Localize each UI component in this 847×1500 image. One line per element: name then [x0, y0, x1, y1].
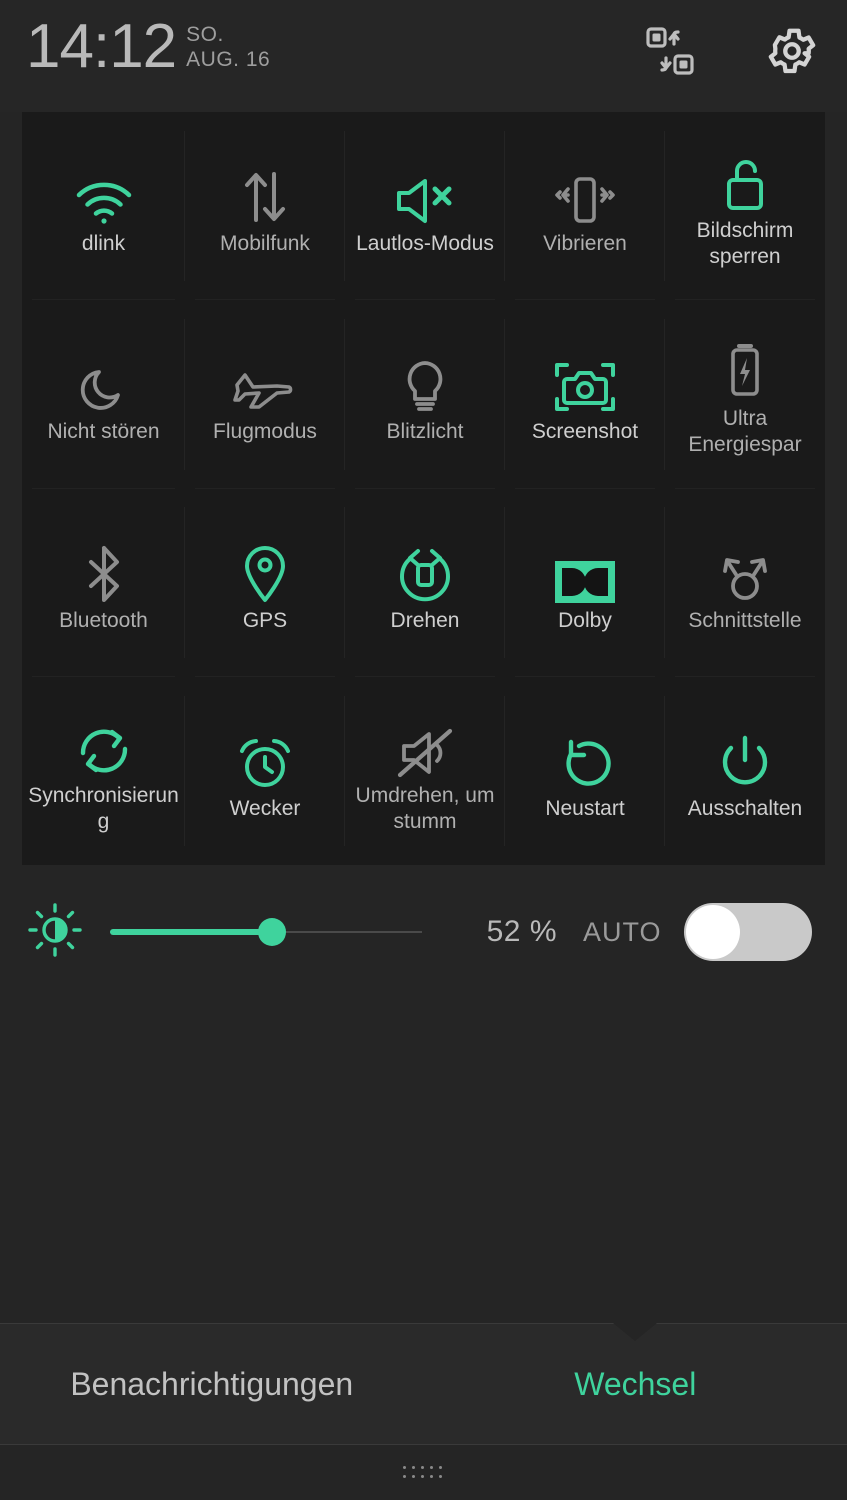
location-pin-icon: [241, 530, 289, 604]
tile-label: Nicht stören: [47, 420, 160, 444]
tile-label: Lautlos-Modus: [356, 232, 494, 256]
tile-schnittstelle[interactable]: Schnittstelle: [665, 488, 825, 678]
tile-bildschirm-sperren[interactable]: Bildschirm sperren: [665, 112, 825, 301]
tile-label: Bildschirm sperren: [696, 219, 794, 269]
tile-vibrieren[interactable]: Vibrieren: [505, 112, 665, 301]
edit-tiles-icon: [644, 25, 696, 82]
tile-label: Wecker: [229, 796, 301, 820]
tile-label: Bluetooth: [59, 608, 148, 632]
interface-icon: [716, 530, 774, 604]
brightness-slider[interactable]: [110, 912, 430, 952]
brightness-button[interactable]: [0, 902, 110, 963]
gear-icon: [765, 24, 819, 83]
flip-to-mute-icon: [394, 705, 456, 779]
tile-label: Umdrehen, um stumm: [355, 783, 495, 833]
drag-handle-icon: [403, 1465, 444, 1480]
date-group: SO. AUG. 16: [186, 22, 270, 72]
wifi-icon: [73, 153, 135, 227]
restart-icon: [557, 718, 613, 792]
tile-flugmodus[interactable]: Flugmodus: [185, 300, 345, 489]
tile-nicht-stoeren[interactable]: Nicht stören: [22, 300, 185, 489]
bottom-tab-bar: Benachrichtigungen Wechsel: [0, 1323, 847, 1445]
tile-label: dlink: [81, 232, 126, 256]
auto-brightness-label: AUTO: [583, 916, 662, 947]
tile-drehen[interactable]: Drehen: [345, 488, 505, 678]
tile-dlink[interactable]: dlink: [22, 112, 185, 301]
tile-lautlos-modus[interactable]: Lautlos-Modus: [345, 112, 505, 301]
tab-label: Wechsel: [574, 1365, 697, 1402]
tile-label: Synchronisierung: [28, 783, 179, 833]
tile-label: GPS: [242, 608, 288, 632]
tile-label: Vibrieren: [543, 232, 627, 256]
status-bar: 14:12 SO. AUG. 16: [0, 0, 847, 112]
brightness-percent-label: 52 %: [486, 915, 557, 948]
tab-wechsel[interactable]: Wechsel: [424, 1323, 847, 1444]
vibrate-icon: [554, 153, 616, 227]
tile-label: Flugmodus: [213, 420, 317, 444]
tile-label: Drehen: [390, 608, 460, 632]
tile-ausschalten[interactable]: Ausschalten: [665, 676, 825, 865]
slider-thumb[interactable]: [258, 918, 286, 946]
speaker-mute-icon: [393, 153, 457, 227]
tile-label: Dolby: [558, 608, 612, 632]
weekday-label: SO.: [186, 23, 224, 46]
active-tab-notch-icon: [613, 1323, 658, 1341]
flashlight-icon: [401, 341, 449, 415]
brightness-icon: [27, 902, 83, 963]
brightness-row: 52 % AUTO: [0, 878, 847, 986]
lock-open-icon: [720, 140, 770, 214]
tile-label: Schnittstelle: [688, 608, 802, 632]
tile-dolby[interactable]: Dolby: [505, 488, 665, 678]
tile-label: Blitzlicht: [386, 420, 464, 444]
quick-settings-tile-grid: dlink Mobilfunk Lautlos-Modus Vibrieren …: [22, 112, 825, 865]
toggle-knob: [685, 905, 740, 959]
drag-handle[interactable]: [0, 1445, 847, 1500]
tile-label: Ultra Energiespar: [688, 407, 802, 457]
tile-screenshot[interactable]: Screenshot: [505, 300, 665, 489]
alarm-clock-icon: [236, 718, 294, 792]
sync-icon: [75, 705, 133, 779]
tile-mobilfunk[interactable]: Mobilfunk: [185, 112, 345, 301]
tile-label: Neustart: [545, 796, 625, 820]
dolby-icon: [554, 530, 616, 604]
rotate-screen-icon: [396, 530, 454, 604]
airplane-icon: [233, 341, 297, 415]
tile-gps[interactable]: GPS: [185, 488, 345, 678]
auto-brightness-toggle[interactable]: [683, 903, 812, 961]
tile-synchronisierung[interactable]: Synchronisierung: [22, 676, 185, 865]
clock-date-group: 14:12 SO. AUG. 16: [26, 16, 270, 78]
tab-benachrichtigungen[interactable]: Benachrichtigungen: [0, 1324, 424, 1444]
clock-time: 14:12: [26, 12, 177, 81]
settings-button[interactable]: [761, 22, 823, 84]
quick-settings-screen: 14:12 SO. AUG. 16 dlink Mobilfunk Lautlo…: [0, 0, 847, 1500]
tile-neustart[interactable]: Neustart: [505, 676, 665, 865]
tile-label: Screenshot: [531, 420, 639, 444]
tile-label: Mobilfunk: [220, 232, 310, 256]
edit-tiles-button[interactable]: [639, 22, 701, 84]
slider-fill: [110, 929, 272, 935]
date-label: AUG. 16: [186, 48, 271, 71]
bluetooth-icon: [81, 530, 127, 604]
status-bar-actions: [639, 22, 823, 84]
tile-wecker[interactable]: Wecker: [185, 676, 345, 865]
tile-bluetooth[interactable]: Bluetooth: [22, 488, 185, 678]
tab-label: Benachrichtigungen: [70, 1365, 354, 1402]
tile-label: Ausschalten: [687, 796, 803, 820]
tile-umdrehen-um-stumm[interactable]: Umdrehen, um stumm: [345, 676, 505, 865]
moon-icon: [77, 341, 131, 415]
camera-capture-icon: [553, 341, 617, 415]
tile-ultra-energiespar[interactable]: Ultra Energiespar: [665, 300, 825, 489]
battery-saver-icon: [724, 328, 766, 402]
mobile-data-icon: [238, 153, 292, 227]
power-icon: [717, 718, 773, 792]
tile-blitzlicht[interactable]: Blitzlicht: [345, 300, 505, 489]
